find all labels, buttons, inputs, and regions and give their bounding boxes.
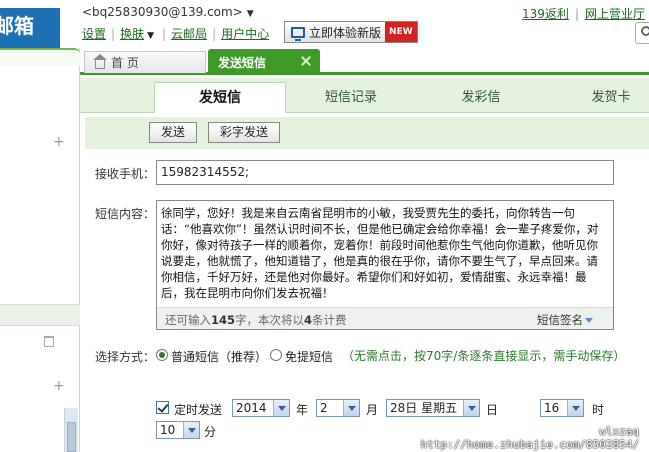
account-switcher[interactable]: <bq25830930@139.com> ▼ [82,5,254,19]
rebate-link[interactable]: 139返利 [522,7,569,21]
skin-link[interactable]: 换肤 [120,27,144,41]
sidebar-section-divider [0,304,80,326]
sidebar-scrollbar[interactable] [64,408,78,452]
scrollbar-thumb[interactable] [67,422,76,452]
minute-select[interactable]: 10 [156,421,200,439]
add-folder-icon[interactable]: + [53,378,65,394]
search-button[interactable] [635,22,649,44]
chevron-down-icon [567,400,583,416]
trash-icon[interactable] [44,336,54,347]
free-sms-hint: （无需点击，按70字/条逐条直接显示，需手动保存） [342,349,626,363]
add-folder-icon[interactable]: + [53,134,65,150]
search-icon [641,26,649,36]
scheduled-send-label[interactable]: 定时发送 [174,401,222,418]
message-text[interactable]: 徐同学，您好！我是来自云南省昆明市的小敏，我受贾先生的委托，向你转告一句话：“他… [161,205,609,307]
recipient-label: 接收手机： [95,167,156,181]
chevron-down-icon [183,422,199,438]
hour-unit: 时 [592,403,605,417]
chevron-down-icon: ▼ [147,31,154,41]
watermark-user: wlxzaq [599,425,639,438]
tab-home[interactable]: 首 页 [84,51,206,73]
cloud-post-link[interactable]: 云邮局 [171,27,207,41]
chevron-down-icon [343,400,359,416]
send-button[interactable]: 发送 [149,122,197,143]
monitor-icon [291,26,305,41]
month-select[interactable]: 2 [316,399,360,417]
month-unit: 月 [366,403,379,417]
year-unit: 年 [296,403,309,417]
year-select[interactable]: 2014 [232,399,290,417]
select-mode-label: 选择方式： [95,350,156,364]
action-toolbar: 发送 彩字发送 [85,117,649,149]
subtab-send-card[interactable]: 发贺卡 [546,82,649,113]
char-counter: 还可输入145字，本次将以4条计费 [165,313,347,327]
tab-bar: 首 页 发送短信 [80,48,649,75]
content-label: 短信内容： [95,207,156,221]
mail-logo[interactable]: 邮箱 [0,8,60,48]
chevron-down-icon [585,318,593,323]
day-unit: 日 [486,403,499,417]
top-bar: 邮箱 <bq25830930@139.com> ▼ 139返利 | 网上营业厅 设置 |… [0,0,649,48]
day-select[interactable]: 28日 星期五 [386,399,480,417]
signature-dropdown[interactable]: 短信签名 [537,312,593,328]
top-links: 139返利 | 网上营业厅 [522,7,645,21]
watermark-url: http://home.zhubajie.com/8502854/ [420,438,639,451]
mms-send-button[interactable]: 彩字发送 [208,122,280,143]
tab-send-sms[interactable]: 发送短信 [208,49,320,75]
chevron-down-icon: ▼ [246,9,254,19]
header-nav: 设置 | 换肤 ▼ | 云邮局 | 用户中心 [82,27,270,41]
free-sms-label[interactable]: 免提短信 [285,348,333,365]
chevron-down-icon [463,400,479,416]
home-icon [93,54,107,69]
user-center-link[interactable]: 用户中心 [221,27,269,41]
minute-unit: 分 [204,425,217,439]
subtab-send-sms[interactable]: 发短信 [154,82,286,113]
chevron-down-icon [273,400,289,416]
scheduled-send-checkbox[interactable] [156,401,169,414]
subtab-send-mms[interactable]: 发彩信 [416,82,546,113]
close-icon[interactable] [300,55,312,67]
recipient-input[interactable]: 15982314552; [156,160,614,185]
free-sms-radio[interactable] [270,349,282,361]
settings-link[interactable]: 设置 [82,27,106,41]
sms-subtabs: 发短信 短信记录 发彩信 发贺卡 [80,78,649,113]
message-textarea[interactable]: 徐同学，您好！我是来自云南省昆明市的小敏，我受贾先生的委托，向你转告一句话：“他… [156,200,614,330]
try-new-version-button[interactable]: 立即体验新版 NEW [284,21,418,43]
online-hall-link[interactable]: 网上营业厅 [585,7,645,21]
left-sidebar: + + [0,48,80,452]
hour-select[interactable]: 16 [540,399,584,417]
sidebar-header [0,48,80,66]
subtab-sms-history[interactable]: 短信记录 [286,82,416,113]
message-footer: 还可输入145字，本次将以4条计费 短信签名 [157,307,613,329]
normal-sms-radio[interactable] [156,349,168,361]
normal-sms-label[interactable]: 普通短信（推荐） [171,348,267,365]
new-badge: NEW [385,22,417,42]
